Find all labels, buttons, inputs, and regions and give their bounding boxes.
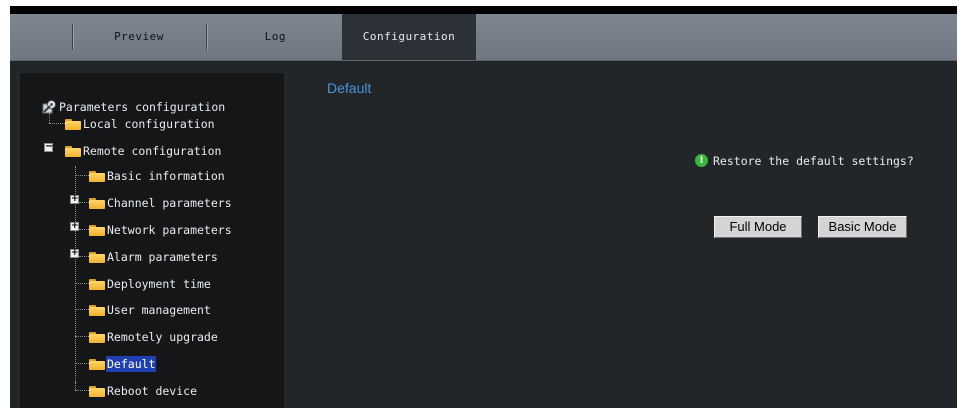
- tree-line: [79, 256, 89, 257]
- folder-icon: [65, 119, 81, 130]
- folder-icon: [89, 198, 105, 209]
- tree-item-label: Basic information: [107, 169, 225, 183]
- tree-item-label: Local configuration: [83, 117, 215, 131]
- tools-settings-icon: [42, 100, 56, 114]
- top-navigation: Preview Log Configuration: [10, 14, 957, 61]
- tree-line: [75, 336, 89, 337]
- nav-separator: [206, 24, 207, 50]
- tree-root-label: Parameters configuration: [59, 100, 226, 114]
- folder-icon: [89, 171, 105, 182]
- folder-icon: [89, 225, 105, 236]
- folder-icon: [89, 359, 105, 370]
- expand-toggle[interactable]: +: [70, 222, 79, 231]
- folder-icon: [89, 279, 105, 290]
- tree-item-label: Remote configuration: [83, 144, 222, 158]
- folder-icon: [89, 305, 105, 316]
- tree-item-label: User management: [107, 303, 211, 317]
- tree-line: [79, 202, 89, 203]
- tree-line: [75, 363, 89, 364]
- restore-prompt-text: Restore the default settings?: [713, 154, 914, 168]
- page-title: Default: [327, 80, 372, 96]
- tree-line: [75, 382, 76, 390]
- tree-line: [49, 123, 65, 124]
- folder-icon: [65, 146, 81, 157]
- info-icon: !: [695, 154, 708, 167]
- tab-log[interactable]: Log: [208, 14, 338, 60]
- folder-icon: [89, 386, 105, 397]
- content-area: Parameters configuration Local configura…: [10, 61, 957, 408]
- app-window: Preview Log Configuration Parameters con…: [10, 6, 957, 408]
- tree-line: [75, 309, 89, 310]
- nav-separator: [72, 24, 73, 50]
- expand-toggle[interactable]: +: [70, 195, 79, 204]
- tree-line: [75, 390, 89, 391]
- tree-item-label: Alarm parameters: [107, 250, 218, 264]
- tree-item-label-selected: Default: [106, 356, 157, 372]
- config-tree: Parameters configuration Local configura…: [20, 73, 284, 408]
- tab-preview[interactable]: Preview: [74, 14, 204, 60]
- tree-line: [75, 175, 89, 176]
- basic-mode-button[interactable]: Basic Mode: [818, 216, 907, 238]
- tree-item-label: Remotely upgrade: [107, 330, 218, 344]
- tree-item-label: Network parameters: [107, 223, 232, 237]
- tree-line: [75, 283, 89, 284]
- folder-icon: [89, 332, 105, 343]
- full-mode-button[interactable]: Full Mode: [714, 216, 802, 238]
- tree-item-label: Deployment time: [107, 277, 211, 291]
- tree-item-label: Reboot device: [107, 384, 198, 398]
- tree-line: [79, 229, 89, 230]
- collapse-toggle[interactable]: −: [44, 142, 53, 152]
- tree-item-label: Channel parameters: [107, 196, 232, 210]
- tab-configuration[interactable]: Configuration: [342, 14, 476, 60]
- expand-toggle[interactable]: +: [70, 249, 79, 258]
- tree-line: [49, 113, 50, 123]
- folder-icon: [89, 252, 105, 263]
